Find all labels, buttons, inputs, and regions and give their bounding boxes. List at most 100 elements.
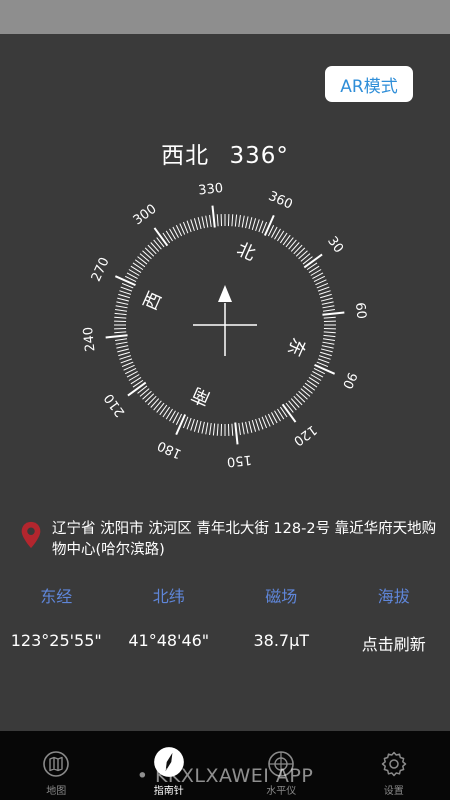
dial-tick	[201, 216, 205, 229]
nav-label-compass: 指南针	[153, 786, 184, 797]
nav-label-settings: 设置	[383, 786, 404, 797]
dial-degree-label: 60	[352, 302, 369, 320]
dial-tick	[117, 348, 130, 353]
dial-tick	[320, 351, 332, 357]
dial-tick	[321, 301, 334, 305]
dial-tick	[117, 297, 130, 302]
dial-tick	[144, 393, 155, 403]
dial-degree-label: 30	[324, 234, 346, 256]
dial-tick	[238, 422, 241, 435]
dial-tick	[119, 355, 132, 360]
dial-tick	[323, 331, 336, 334]
dial-tick	[241, 422, 245, 435]
dial-tick	[216, 214, 219, 227]
dial-tick	[320, 348, 333, 353]
latitude-value: 41°48'46"	[128, 631, 210, 650]
dial-major-tick	[234, 422, 239, 445]
dial-tick	[320, 297, 333, 302]
altitude-refresh-button[interactable]: 点击刷新	[338, 631, 450, 655]
status-bar	[0, 0, 450, 34]
dial-tick	[316, 282, 329, 289]
dial-tick	[318, 355, 331, 360]
dial-tick	[322, 305, 335, 309]
dial-tick	[245, 216, 249, 229]
dial-major-tick	[105, 334, 128, 339]
dial-tick	[321, 345, 334, 349]
dial-tick	[295, 247, 306, 257]
altitude-label: 海拔	[377, 587, 410, 606]
dial-tick	[255, 219, 260, 232]
dial-tick	[118, 351, 130, 357]
dial-tick	[251, 420, 257, 432]
dial-tick	[193, 420, 199, 432]
dial-tick	[248, 420, 253, 433]
bottom-nav: 地图 指南针 水平仪 设置	[0, 731, 450, 800]
dial-tick	[115, 309, 128, 312]
east-letter: 东	[283, 335, 310, 360]
dial-tick	[114, 312, 127, 316]
dial-degree-label: 360	[266, 189, 295, 213]
stats-values: 123°25'55" 41°48'46" 38.7μT 点击刷新	[0, 631, 450, 655]
dial-tick	[241, 215, 245, 228]
latitude-label: 北纬	[152, 587, 185, 606]
dial-tick	[258, 417, 264, 430]
map-icon	[43, 751, 70, 777]
dial-tick	[238, 215, 241, 228]
dial-degree-label: 210	[102, 390, 129, 419]
dial-tick	[231, 423, 234, 436]
dial-degree-label: 240	[81, 326, 99, 352]
dial-tick	[115, 341, 128, 345]
nav-item-compass[interactable]: 指南针	[113, 731, 226, 800]
dial-tick	[317, 358, 330, 364]
dial-tick	[190, 219, 195, 232]
dial-degree-label: 180	[155, 437, 184, 461]
ar-mode-button[interactable]: AR模式	[325, 66, 413, 102]
level-icon	[268, 751, 295, 777]
dial-tick	[115, 338, 128, 341]
dial-major-tick	[175, 414, 187, 436]
dial-tick	[190, 418, 195, 431]
dial-tick	[116, 301, 129, 305]
dial-tick	[322, 338, 335, 341]
address-text: 辽宁省 沈阳市 沈河区 青年北大街 128-2号 靠近华府天地购物中心(哈尔滨路…	[52, 521, 437, 558]
magnetic-value: 38.7μT	[253, 631, 310, 650]
dial-tick	[186, 417, 192, 430]
dial-tick	[209, 422, 212, 435]
location-row: 辽宁省 沈阳市 沈河区 青年北大街 128-2号 靠近华府天地购物中心(哈尔滨路…	[18, 519, 446, 561]
dial-tick	[144, 247, 155, 257]
dial-tick	[216, 423, 219, 436]
dial-tick	[318, 290, 331, 295]
dial-tick	[255, 418, 260, 431]
dial-tick	[120, 286, 133, 292]
nav-label-level: 水平仪	[266, 786, 297, 797]
dial-tick	[121, 361, 134, 368]
north-arrow-icon	[218, 285, 232, 302]
dial-tick	[114, 331, 127, 334]
dial-tick	[251, 218, 257, 230]
dial-tick	[320, 293, 332, 299]
dial-major-tick	[211, 205, 216, 228]
dial-tick	[116, 345, 129, 349]
longitude-label: 东经	[40, 587, 73, 606]
dial-tick	[231, 214, 234, 227]
longitude-value: 123°25'55"	[10, 631, 102, 650]
dial-tick	[293, 395, 303, 406]
dial-major-tick	[263, 214, 275, 236]
north-letter: 北	[234, 239, 259, 266]
location-pin-icon	[21, 521, 41, 549]
crosshair-icon	[193, 303, 257, 356]
dial-degree-label: 90	[339, 370, 359, 391]
dial-tick	[193, 218, 199, 230]
nav-item-map[interactable]: 地图	[0, 731, 113, 800]
nav-item-level[interactable]: 水平仪	[225, 731, 338, 800]
stats-labels: 东经 北纬 磁场 海拔	[0, 583, 450, 607]
dial-tick	[201, 421, 205, 434]
nav-item-settings[interactable]: 设置	[338, 731, 450, 800]
dial-tick	[186, 220, 192, 233]
dial-tick	[120, 358, 133, 364]
magnetic-label: 磁场	[265, 587, 298, 606]
dial-tick	[147, 244, 157, 255]
dial-tick	[261, 416, 268, 429]
dial-tick	[245, 421, 249, 434]
dial-major-tick	[114, 275, 136, 287]
